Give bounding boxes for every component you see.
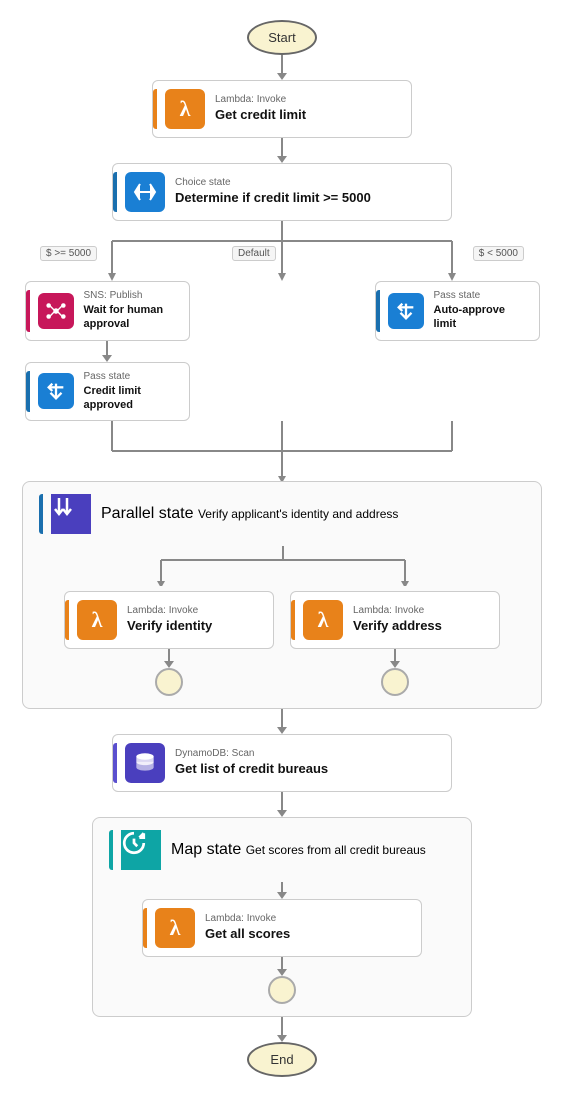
end-parallel-right	[381, 668, 409, 696]
get-credit-limit-card[interactable]: λ Lambda: Invoke Get credit limit	[152, 80, 412, 138]
workflow-diagram: Start λ Lambda: Invoke Get credit limit	[0, 0, 564, 1097]
left-bar	[376, 290, 380, 332]
branch-label-gte5000: $ >= 5000	[40, 246, 97, 261]
end-map-oval	[268, 976, 296, 1004]
verify-identity-col: λ Lambda: Invoke Verify identity	[64, 591, 274, 696]
card-label-main: Get all scores	[205, 926, 290, 943]
branch-section: $ >= 5000 Default $ < 5000	[12, 221, 552, 481]
card-label-main: Verify address	[353, 618, 442, 635]
verify-address-col: λ Lambda: Invoke Verify address	[290, 591, 500, 696]
connector-1	[277, 55, 287, 80]
branch-left: SNS: Publish Wait for human approval	[25, 281, 190, 421]
card-label-main: Verify identity	[127, 618, 212, 635]
connector-4	[277, 792, 287, 817]
end-parallel-left	[155, 668, 183, 696]
card-label-main: Auto-approve limit	[434, 303, 527, 332]
left-bar	[26, 290, 30, 332]
left-bar	[113, 172, 117, 212]
parallel-split-svg	[39, 546, 527, 586]
lambda-icon-4: λ	[155, 908, 195, 948]
card-label-top: Lambda: Invoke	[353, 605, 442, 616]
branch-right: Pass state Auto-approve limit	[375, 281, 540, 341]
verify-address-card[interactable]: λ Lambda: Invoke Verify address	[290, 591, 500, 649]
card-label-top: Lambda: Invoke	[205, 913, 290, 924]
get-all-scores-card[interactable]: λ Lambda: Invoke Get all scores	[142, 899, 422, 957]
parallel-label-top: Parallel state	[101, 505, 194, 522]
start-node: Start	[247, 20, 317, 55]
left-bar	[65, 600, 69, 640]
choice-icon	[125, 172, 165, 212]
auto-approve-card[interactable]: Pass state Auto-approve limit	[375, 281, 540, 341]
map-label-top: Map state	[171, 841, 241, 858]
lambda-icon-3: λ	[303, 600, 343, 640]
dynamo-scan-card[interactable]: DynamoDB: Scan Get list of credit bureau…	[112, 734, 452, 792]
branch-label-default: Default	[232, 246, 276, 261]
card-label-top: Pass state	[434, 290, 527, 301]
parallel-inner: λ Lambda: Invoke Verify identity	[39, 591, 525, 696]
parallel-label-main: Verify applicant's identity and address	[198, 507, 398, 521]
map-label-main: Get scores from all credit bureaus	[246, 843, 426, 857]
left-bar	[153, 89, 157, 129]
connector-3	[277, 709, 287, 734]
lambda-icon: λ	[165, 89, 205, 129]
card-label-top: Lambda: Invoke	[215, 94, 306, 105]
map-icon	[121, 830, 161, 870]
card-label-top: Pass state	[84, 371, 177, 382]
dynamo-icon	[125, 743, 165, 783]
merge-svg	[12, 421, 552, 481]
card-label-main: Get list of credit bureaus	[175, 761, 328, 778]
left-bar	[113, 743, 117, 783]
card-label-top: Choice state	[175, 177, 371, 188]
connector-2	[277, 138, 287, 163]
parallel-icon	[51, 494, 91, 534]
branch-label-lt5000: $ < 5000	[473, 246, 524, 261]
end-node: End	[247, 1042, 317, 1077]
connector-5	[277, 1017, 287, 1042]
wait-human-card[interactable]: SNS: Publish Wait for human approval	[25, 281, 190, 341]
choice-state-card[interactable]: Choice state Determine if credit limit >…	[112, 163, 452, 221]
card-label-main: Credit limit approved	[84, 384, 177, 413]
card-label-main: Wait for human approval	[84, 303, 177, 332]
left-bar	[143, 908, 147, 948]
parallel-container: Parallel state Verify applicant's identi…	[22, 481, 542, 709]
sns-icon	[38, 293, 74, 329]
card-label-top: DynamoDB: Scan	[175, 748, 328, 759]
lambda-icon-2: λ	[77, 600, 117, 640]
card-label-main: Determine if credit limit >= 5000	[175, 190, 371, 207]
map-container: Map state Get scores from all credit bur…	[92, 817, 472, 1017]
card-label-main: Get credit limit	[215, 107, 306, 124]
left-bar	[291, 600, 295, 640]
pass-icon-2	[388, 293, 424, 329]
card-label-top: SNS: Publish	[84, 290, 177, 301]
left-bar	[26, 371, 30, 413]
credit-approved-card[interactable]: Pass state Credit limit approved	[25, 362, 190, 422]
pass-icon	[38, 373, 74, 409]
card-label-top: Lambda: Invoke	[127, 605, 212, 616]
verify-identity-card[interactable]: λ Lambda: Invoke Verify identity	[64, 591, 274, 649]
